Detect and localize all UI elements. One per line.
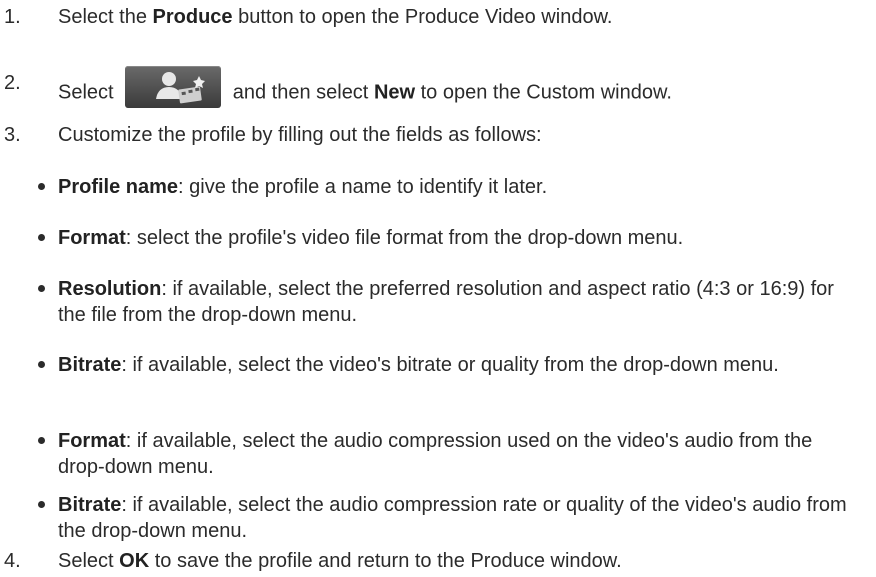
step-2: 2. Select and then select New to open th… (0, 58, 876, 108)
field-label: Profile name (58, 176, 179, 198)
step-text: Customize the profile by filling out the… (58, 124, 542, 146)
bullet-dot-icon (38, 361, 45, 368)
new-label: New (373, 81, 416, 104)
step-number: 3. (4, 124, 21, 146)
field-label: Bitrate (58, 354, 122, 376)
step-number: 2. (4, 72, 21, 94)
bullet-dot-icon (38, 234, 45, 241)
field-label: Resolution (58, 278, 162, 300)
produce-profile-icon (125, 66, 222, 108)
bullet-dot-icon (38, 437, 45, 444)
field-label: Format (58, 227, 126, 249)
bullet-dot-icon (38, 183, 45, 190)
bullet-dot-icon (38, 501, 45, 508)
bullet-dot-icon (38, 285, 45, 292)
ok-label: OK (119, 550, 150, 572)
step-number: 1. (4, 6, 21, 28)
field-label: Bitrate (58, 494, 122, 516)
step-number: 4. (4, 550, 21, 572)
step-text: Select OK to save the profile and return… (58, 550, 622, 572)
field-label: Format (58, 430, 126, 452)
step-text: Select and then select New to open the C… (58, 66, 672, 114)
produce-label: Produce (152, 6, 233, 28)
step-text: Select the Produce button to open the Pr… (58, 6, 613, 28)
